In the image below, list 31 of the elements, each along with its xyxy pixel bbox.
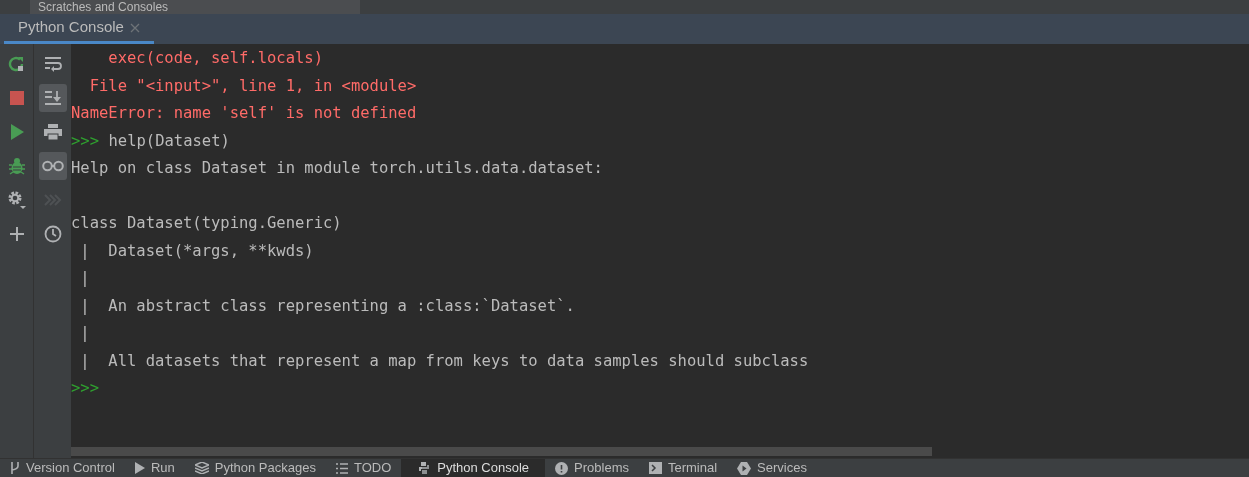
output-text: | Dataset(*args, **kwds) xyxy=(79,240,314,262)
output-text: | An abstract class representing a :class:`Dataset`. xyxy=(79,295,575,317)
tool-window-tab[interactable]: Services xyxy=(727,459,817,477)
output-text: | xyxy=(79,268,90,289)
tool-window-tab[interactable]: Version Control xyxy=(0,459,125,477)
tool-window-tab[interactable]: Problems xyxy=(545,459,639,477)
prompt-text: >>> xyxy=(71,130,99,152)
terminal-icon xyxy=(648,462,662,474)
branch-icon xyxy=(10,462,20,474)
prompt-text: >>> xyxy=(71,378,99,399)
error-text: File "<input>", line 1, in <module> xyxy=(88,75,417,97)
output-text: Help on class Dataset in module torch.utils.data.dataset: xyxy=(71,158,603,179)
input-text: help(Dataset) xyxy=(108,130,230,152)
error-text: NameError: name 'self' is not defined xyxy=(71,103,417,124)
output-text: class Dataset(typing.Generic) xyxy=(71,213,342,234)
python-icon xyxy=(417,461,432,475)
tool-window-tab[interactable]: Python Packages xyxy=(184,459,326,477)
output-text: | xyxy=(79,323,90,344)
tool-window-tab[interactable]: Terminal xyxy=(638,459,728,477)
layers-icon xyxy=(194,462,209,474)
tool-window-tab[interactable]: Python Console xyxy=(401,459,546,477)
scroll-to-end-icon[interactable] xyxy=(38,84,67,112)
list-icon xyxy=(335,462,348,474)
run-icon xyxy=(134,462,145,474)
error-text: exec(code, self.locals) xyxy=(107,48,323,69)
tool-window-tab[interactable]: TODO xyxy=(325,459,402,477)
glasses-icon[interactable] xyxy=(38,152,67,180)
tool-window-tab[interactable]: Run xyxy=(124,459,185,477)
window-title: Scratches and Consoles xyxy=(38,0,169,14)
horizontal-scrollbar[interactable] xyxy=(71,446,932,456)
output-text: | All datasets that represent a map from keys to data samples should subclass xyxy=(79,350,809,372)
